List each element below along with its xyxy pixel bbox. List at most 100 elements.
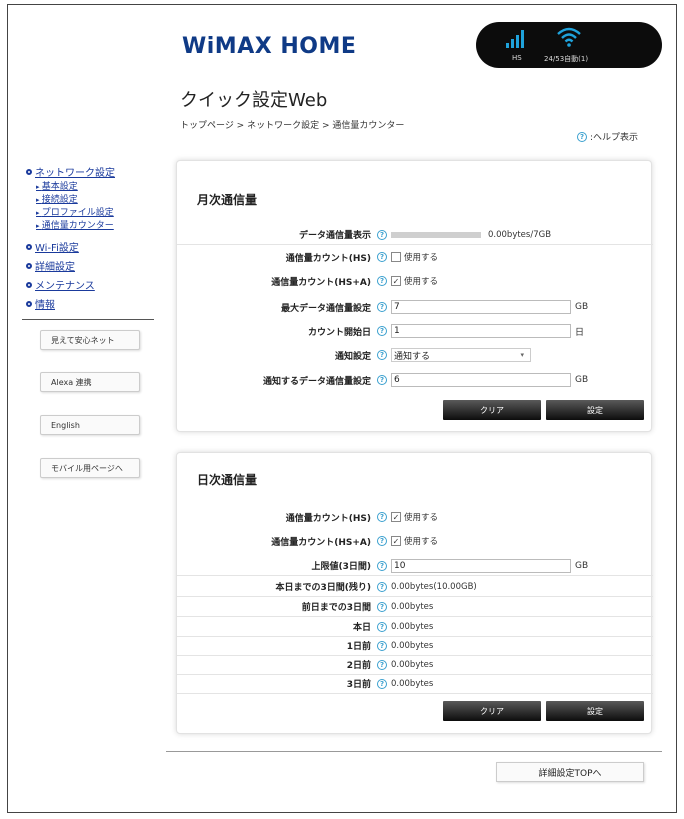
help-icon[interactable]: ? bbox=[377, 659, 387, 670]
daily-hs-count-label: 通信量カウント(HS) bbox=[285, 513, 371, 524]
help-label: :ヘルプ表示 bbox=[590, 133, 639, 143]
bullet-icon bbox=[26, 243, 32, 250]
sidebar-divider bbox=[22, 319, 154, 320]
bullet-icon bbox=[26, 168, 32, 175]
hs-count-text: 使用する bbox=[404, 253, 439, 263]
start-day-row: カウント開始日 ? 1 日 bbox=[177, 321, 653, 341]
daily-stat-label: 本日までの3日間(残り) bbox=[275, 583, 372, 593]
help-icon[interactable]: ? bbox=[377, 252, 387, 262]
sidebar-sub-traffic-counter[interactable]: 通信量カウンター bbox=[26, 220, 166, 233]
monthly-clear-button[interactable]: クリア bbox=[443, 400, 541, 420]
advanced-top-button[interactable]: 詳細設定TOPへ bbox=[496, 762, 644, 782]
daily-stat-value: 0.00bytes bbox=[391, 640, 434, 651]
monthly-title: 月次通信量 bbox=[197, 193, 258, 207]
usage-progress-bar bbox=[391, 231, 481, 238]
help-icon[interactable]: ? bbox=[377, 350, 387, 360]
sidebar-item-wifi[interactable]: Wi-Fi設定 bbox=[26, 237, 166, 256]
daily-clear-button[interactable]: クリア bbox=[443, 701, 541, 721]
daily-stat-value: 0.00bytes bbox=[391, 678, 434, 689]
notify-amount-row: 通知するデータ通信量設定 ? 6 GB bbox=[177, 370, 653, 390]
footer-divider bbox=[166, 751, 662, 752]
sidebar-sub-connection[interactable]: 接続設定 bbox=[26, 194, 166, 207]
help-icon[interactable]: ? bbox=[377, 678, 387, 689]
help-icon[interactable]: ? bbox=[377, 581, 387, 592]
daily-hs-count-text: 使用する bbox=[404, 513, 439, 523]
help-icon[interactable]: ? bbox=[377, 560, 387, 571]
daily-hsa-count-row: 通信量カウント(HS+A) ? ✓ 使用する bbox=[177, 531, 653, 551]
help-icon: ? bbox=[577, 131, 587, 142]
sidebar-item-label: Wi-Fi設定 bbox=[35, 243, 79, 254]
max-data-input[interactable]: 7 bbox=[391, 300, 571, 314]
mieru-anshin-button[interactable]: 見えて安心ネット bbox=[40, 330, 140, 350]
bullet-icon bbox=[26, 281, 32, 288]
daily-stat-row: 2日前 ? 0.00bytes bbox=[177, 655, 653, 675]
daily-hsa-count-checkbox[interactable]: ✓ bbox=[391, 536, 401, 546]
hs-count-label: 通信量カウント(HS) bbox=[285, 253, 371, 264]
hsa-count-checkbox[interactable]: ✓ bbox=[391, 276, 401, 286]
help-icon[interactable]: ? bbox=[377, 229, 387, 240]
usage-label: データ通信量表示 bbox=[298, 231, 371, 241]
bullet-icon bbox=[26, 300, 32, 307]
signal-bars-icon bbox=[506, 28, 530, 48]
english-button[interactable]: English bbox=[40, 415, 140, 435]
notify-label: 通知設定 bbox=[334, 351, 371, 362]
usage-row: データ通信量表示 ? 0.00bytes/7GB bbox=[177, 225, 653, 245]
daily-hsa-count-control: ✓ 使用する bbox=[391, 535, 438, 547]
daily-stat-label: 3日前 bbox=[346, 680, 371, 690]
hs-count-checkbox[interactable] bbox=[391, 252, 401, 262]
max-data-row: 最大データ通信量設定 ? 7 GB bbox=[177, 297, 653, 317]
daily-title: 日次通信量 bbox=[197, 473, 258, 487]
sidebar-item-label: 詳細設定 bbox=[35, 262, 75, 273]
daily-stat-value: 0.00bytes(10.00GB) bbox=[391, 581, 477, 592]
help-icon[interactable]: ? bbox=[377, 621, 387, 632]
notify-amount-unit: GB bbox=[575, 375, 589, 385]
daily-set-button[interactable]: 設定 bbox=[546, 701, 644, 721]
wimax-home-logo: WiMAX HOME bbox=[182, 34, 357, 59]
daily-hsa-count-label: 通信量カウント(HS+A) bbox=[271, 537, 371, 548]
daily-limit-row: 上限値(3日間) ? 10 GB bbox=[177, 556, 653, 576]
hsa-count-label: 通信量カウント(HS+A) bbox=[271, 277, 371, 288]
daily-stat-row: 1日前 ? 0.00bytes bbox=[177, 636, 653, 656]
page-title: クイック設定Web bbox=[180, 90, 328, 111]
sidebar-item-advanced[interactable]: 詳細設定 bbox=[26, 256, 166, 275]
max-data-label: 最大データ通信量設定 bbox=[280, 303, 371, 314]
notify-amount-input[interactable]: 6 bbox=[391, 373, 571, 387]
help-icon[interactable]: ? bbox=[377, 640, 387, 651]
daily-hs-count-row: 通信量カウント(HS) ? ✓ 使用する bbox=[177, 507, 653, 527]
help-icon[interactable]: ? bbox=[377, 276, 387, 286]
notify-select[interactable]: 通知する ▾ bbox=[391, 348, 531, 362]
usage-text: 0.00bytes/7GB bbox=[488, 229, 552, 240]
hsa-count-control: ✓ 使用する bbox=[391, 275, 438, 287]
help-icon[interactable]: ? bbox=[377, 375, 387, 385]
help-toggle[interactable]: ? :ヘルプ表示 bbox=[577, 130, 638, 143]
sidebar-item-label: ネットワーク設定 bbox=[35, 168, 115, 179]
hsa-count-text: 使用する bbox=[404, 277, 439, 287]
daily-stat-value: 0.00bytes bbox=[391, 601, 434, 612]
daily-stat-value: 0.00bytes bbox=[391, 659, 434, 670]
status-panel: HS 24/53自動(1) bbox=[476, 22, 662, 68]
monthly-set-button[interactable]: 設定 bbox=[546, 400, 644, 420]
sidebar-item-info[interactable]: 情報 bbox=[26, 294, 166, 313]
sidebar-item-label: 情報 bbox=[35, 300, 55, 311]
help-icon[interactable]: ? bbox=[377, 326, 387, 336]
mobile-page-button[interactable]: モバイル用ページへ bbox=[40, 458, 140, 478]
sidebar-item-network[interactable]: ネットワーク設定 bbox=[26, 162, 166, 181]
help-icon[interactable]: ? bbox=[377, 536, 387, 546]
hsa-count-row: 通信量カウント(HS+A) ? ✓ 使用する bbox=[177, 271, 653, 291]
daily-limit-input[interactable]: 10 bbox=[391, 558, 571, 573]
help-icon[interactable]: ? bbox=[377, 302, 387, 312]
sidebar-sub-basic[interactable]: 基本設定 bbox=[26, 181, 166, 194]
sidebar-sub-profile[interactable]: プロファイル設定 bbox=[26, 207, 166, 220]
daily-hs-count-checkbox[interactable]: ✓ bbox=[391, 512, 401, 522]
notify-select-value: 通知する bbox=[394, 351, 431, 362]
wifi-icon bbox=[557, 27, 581, 47]
help-icon[interactable]: ? bbox=[377, 601, 387, 612]
start-day-input[interactable]: 1 bbox=[391, 324, 571, 338]
daily-limit-label: 上限値(3日間) bbox=[311, 562, 372, 572]
usage-value: 0.00bytes/7GB bbox=[391, 230, 551, 240]
sidebar-item-maintenance[interactable]: メンテナンス bbox=[26, 275, 166, 294]
alexa-link-button[interactable]: Alexa 連携 bbox=[40, 372, 140, 392]
notify-row: 通知設定 ? 通知する ▾ bbox=[177, 345, 653, 365]
help-icon[interactable]: ? bbox=[377, 512, 387, 522]
sidebar: ネットワーク設定 基本設定 接続設定 プロファイル設定 通信量カウンター Wi-… bbox=[22, 162, 166, 320]
